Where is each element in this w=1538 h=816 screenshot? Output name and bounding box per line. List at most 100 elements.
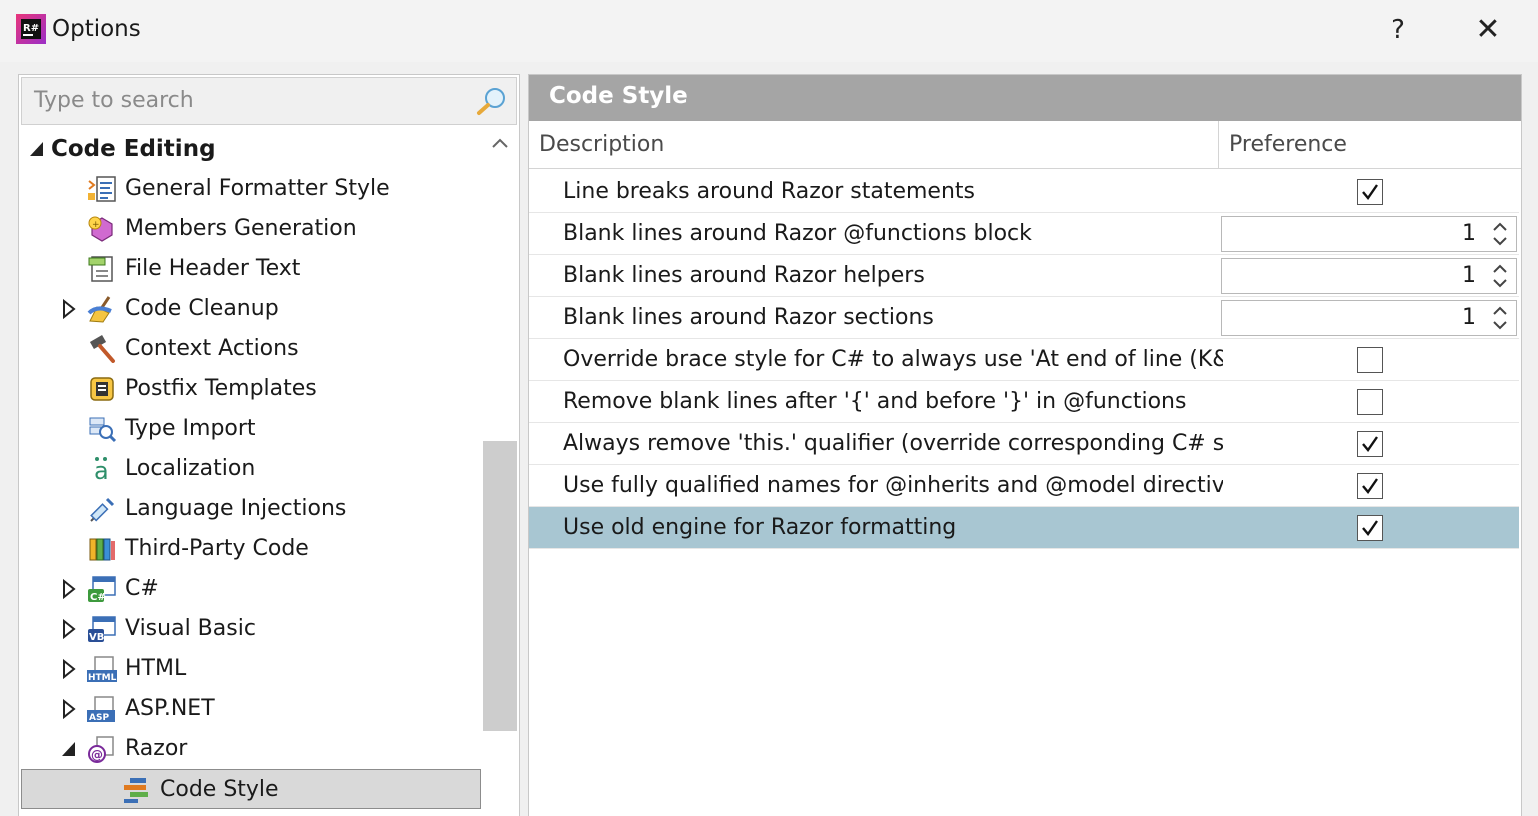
search-icon[interactable]	[476, 86, 508, 116]
tree-item-third-party-code[interactable]: Third-Party Code	[19, 529, 481, 569]
expanded-arrow-icon[interactable]	[61, 729, 77, 769]
setting-description: Always remove 'this.' qualifier (overrid…	[563, 431, 1223, 456]
scrollbar-thumb[interactable]	[483, 441, 517, 731]
broom-icon	[87, 296, 112, 323]
formatter-icon	[88, 176, 116, 202]
column-header-preference[interactable]: Preference	[1219, 121, 1521, 169]
tree-item-label: File Header Text	[125, 256, 301, 281]
svg-text:C#: C#	[90, 592, 106, 603]
tree-item-localization[interactable]: a Localization	[19, 449, 481, 489]
tree-scrollbar[interactable]	[483, 129, 517, 816]
tree-item-postfix-templates[interactable]: Postfix Templates	[19, 369, 481, 409]
checkbox-checked[interactable]	[1357, 473, 1383, 499]
help-button[interactable]: ?	[1376, 10, 1420, 50]
tree-item-code-cleanup[interactable]: Code Cleanup	[19, 289, 481, 329]
search-input[interactable]: Type to search	[34, 88, 194, 113]
options-tree[interactable]: Code Editing General Formatter Style + Memb…	[19, 127, 481, 816]
tree-item-file-header-text[interactable]: File Header Text	[19, 249, 481, 289]
tree-item-type-import[interactable]: Type Import	[19, 409, 481, 449]
spin-arrows-icon[interactable]	[1484, 259, 1516, 293]
tree-item-label: Type Import	[125, 416, 256, 441]
svg-text:ASP: ASP	[89, 713, 109, 723]
setting-description: Use fully qualified names for @inherits …	[563, 473, 1223, 498]
column-header-description[interactable]: Description	[529, 121, 1219, 169]
setting-description: Use old engine for Razor formatting	[563, 515, 957, 540]
tree-item-label: Third-Party Code	[125, 536, 309, 561]
checkbox-checked[interactable]	[1357, 179, 1383, 205]
stepper-value[interactable]: 1	[1462, 259, 1476, 293]
title-bar: R# Options ? ✕	[0, 0, 1538, 62]
library-books-icon	[89, 538, 115, 561]
tree-item-label: General Formatter Style	[125, 176, 390, 201]
setting-description: Blank lines around Razor @functions bloc…	[563, 221, 1032, 246]
scroll-up-arrow-icon[interactable]	[491, 137, 509, 149]
stepper-value[interactable]: 1	[1462, 217, 1476, 251]
checkbox-checked[interactable]	[1357, 431, 1383, 457]
tree-item-asp-net[interactable]: ASP ASP.NET	[19, 689, 481, 729]
spin-arrows-icon[interactable]	[1484, 217, 1516, 251]
collapsed-arrow-icon[interactable]	[61, 289, 77, 329]
checkbox-unchecked[interactable]	[1357, 389, 1383, 415]
settings-row[interactable]: Blank lines around Razor @functions bloc…	[529, 213, 1519, 255]
tree-item-language-injections[interactable]: Language Injections	[19, 489, 481, 529]
svg-text:R#: R#	[23, 23, 39, 34]
tree-item-general-formatter-style[interactable]: General Formatter Style	[19, 169, 481, 209]
tree-item-context-actions[interactable]: Context Actions	[19, 329, 481, 369]
close-button[interactable]: ✕	[1466, 10, 1510, 50]
tree-item-razor[interactable]: @ Razor	[19, 729, 481, 769]
tree-item-label: Razor	[125, 736, 188, 761]
tree-item-label: ASP.NET	[125, 696, 215, 721]
tree-item-label: Code Cleanup	[125, 296, 279, 321]
tree-item-label: Localization	[125, 456, 256, 481]
setting-description: Override brace style for C# to always us…	[563, 347, 1223, 372]
file-header-icon	[88, 256, 113, 282]
localization-icon: a	[94, 457, 109, 483]
window-title: Options	[52, 16, 141, 42]
number-stepper[interactable]: 1	[1221, 216, 1517, 252]
number-stepper[interactable]: 1	[1221, 258, 1517, 294]
code-style-icon	[124, 778, 148, 803]
tree-item-code-style[interactable]: Code Style	[21, 769, 481, 809]
settings-row[interactable]: Use old engine for Razor formatting	[529, 507, 1519, 549]
settings-row[interactable]: Use fully qualified names for @inherits …	[529, 465, 1519, 507]
tree-item-html[interactable]: HTML HTML	[19, 649, 481, 689]
vb-icon: VB	[88, 616, 116, 643]
tree-item-label: Visual Basic	[125, 616, 256, 641]
svg-text:HTML: HTML	[88, 673, 117, 683]
search-box[interactable]: Type to search	[21, 77, 517, 125]
tree-item-label: Members Generation	[125, 216, 357, 241]
setting-description: Line breaks around Razor statements	[563, 179, 975, 204]
svg-text:+: +	[92, 220, 100, 230]
number-stepper[interactable]: 1	[1221, 300, 1517, 336]
checkbox-checked[interactable]	[1357, 515, 1383, 541]
checkbox-unchecked[interactable]	[1357, 347, 1383, 373]
type-import-icon	[89, 417, 117, 443]
html-icon: HTML	[87, 656, 117, 683]
checkmark-icon	[1362, 184, 1378, 200]
stepper-value[interactable]: 1	[1462, 301, 1476, 335]
settings-row[interactable]: Always remove 'this.' qualifier (overrid…	[529, 423, 1519, 465]
collapsed-arrow-icon[interactable]	[61, 689, 77, 729]
tree-item-members-generation[interactable]: + Members Generation	[19, 209, 481, 249]
setting-description: Blank lines around Razor sections	[563, 305, 934, 330]
page-title: Code Style	[549, 83, 688, 109]
tree-item-visual-basic[interactable]: VB Visual Basic	[19, 609, 481, 649]
settings-row[interactable]: Remove blank lines after '{' and before …	[529, 381, 1519, 423]
setting-description: Remove blank lines after '{' and before …	[563, 389, 1187, 414]
tree-item-label: Language Injections	[125, 496, 347, 521]
collapsed-arrow-icon[interactable]	[61, 609, 77, 649]
collapsed-arrow-icon[interactable]	[61, 569, 77, 609]
settings-row[interactable]: Blank lines around Razor helpers 1	[529, 255, 1519, 297]
settings-row[interactable]: Blank lines around Razor sections 1	[529, 297, 1519, 339]
spin-arrows-icon[interactable]	[1484, 301, 1516, 335]
svg-text:VB: VB	[89, 632, 104, 643]
tree-item-csharp[interactable]: C# C#	[19, 569, 481, 609]
settings-row[interactable]: Line breaks around Razor statements	[529, 171, 1519, 213]
collapsed-arrow-icon[interactable]	[61, 649, 77, 689]
expanded-arrow-icon[interactable]	[29, 129, 45, 169]
csharp-icon: C#	[88, 576, 116, 603]
settings-row[interactable]: Override brace style for C# to always us…	[529, 339, 1519, 381]
checkmark-icon	[1362, 436, 1378, 452]
tree-item-code-editing[interactable]: Code Editing	[19, 129, 481, 169]
checkmark-icon	[1362, 520, 1378, 536]
